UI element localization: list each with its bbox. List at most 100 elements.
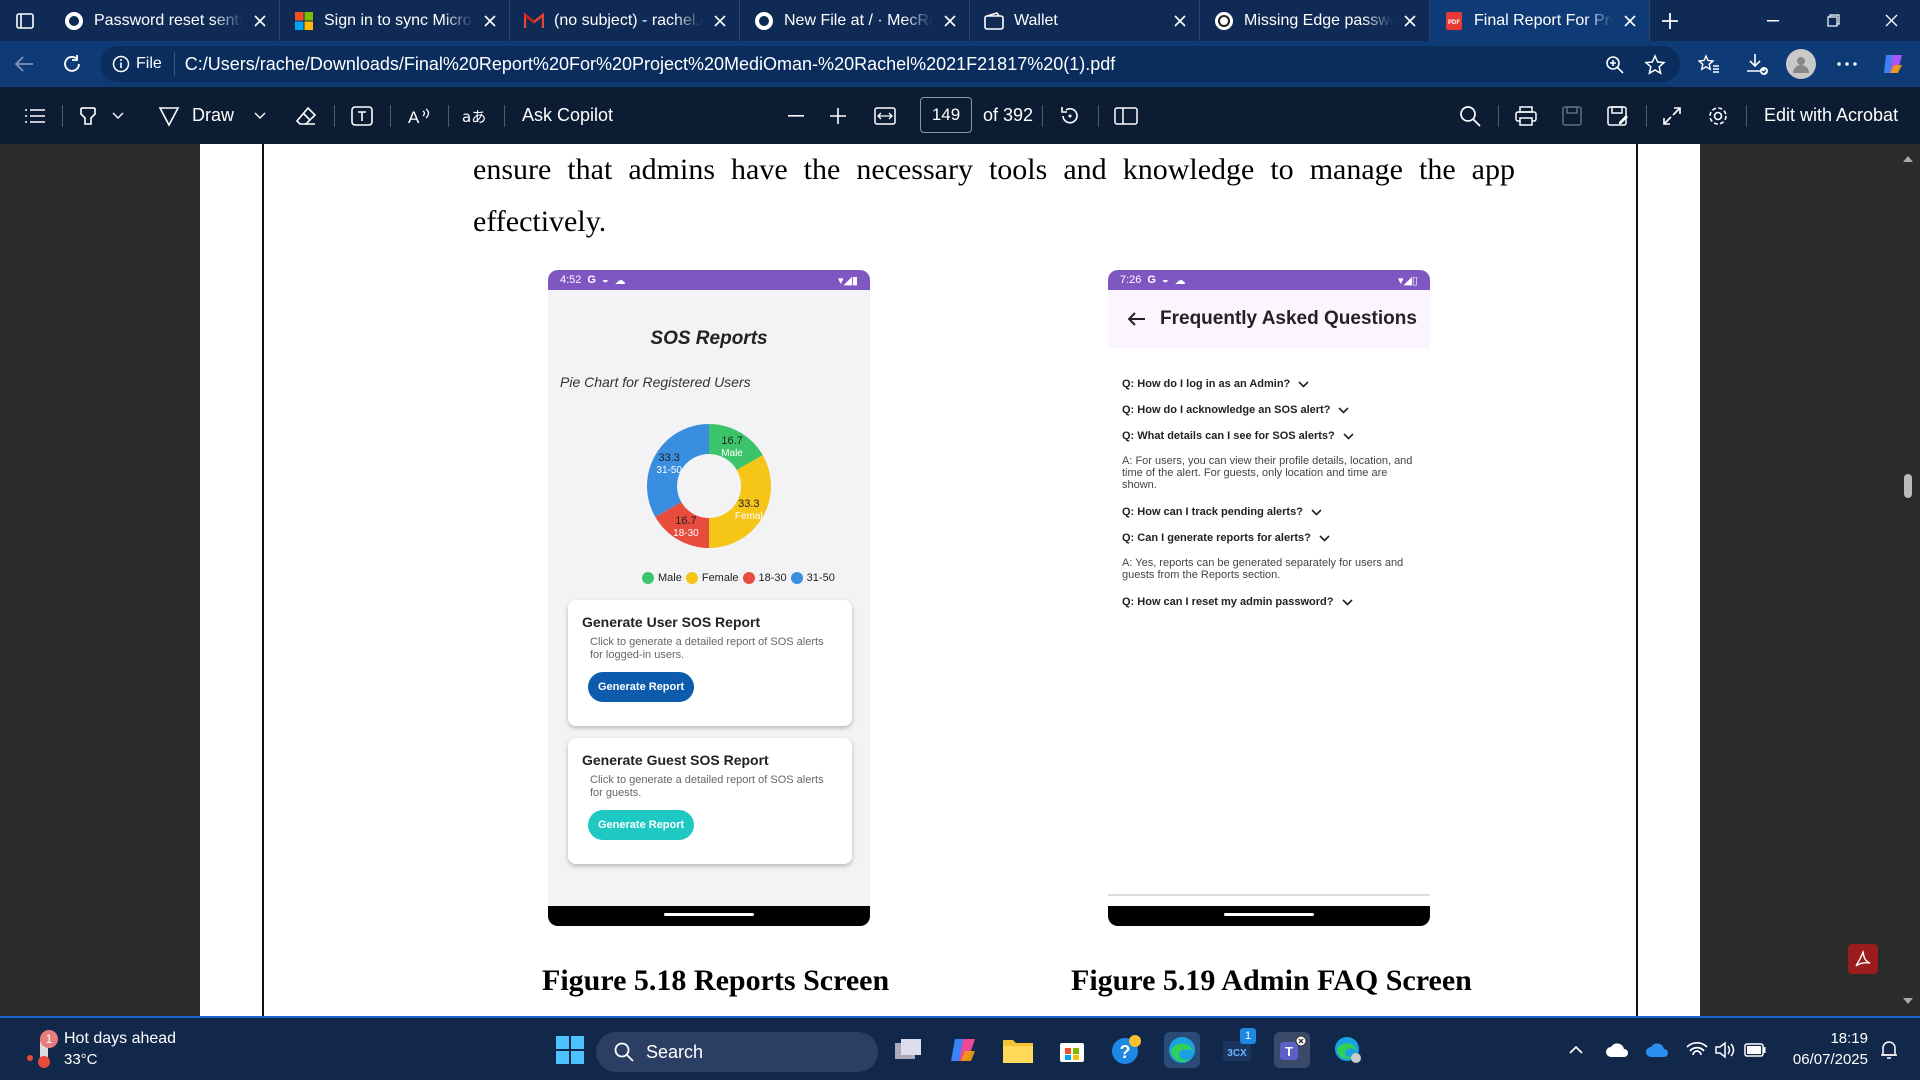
svg-text:?: ? [1120, 1042, 1131, 1062]
generate-guest-report-button[interactable]: Generate Report [588, 810, 695, 840]
zoom-out-icon[interactable] [784, 87, 808, 144]
restore-button[interactable] [1804, 0, 1862, 41]
close-icon[interactable] [1619, 10, 1641, 32]
ask-copilot-button[interactable]: Ask Copilot [522, 87, 613, 144]
copilot-app-icon[interactable] [946, 1032, 982, 1068]
body-word: admins [628, 153, 715, 186]
chevron-down-icon [1311, 508, 1322, 516]
translate-icon[interactable]: aあ [460, 87, 490, 144]
acrobat-icon[interactable] [1848, 944, 1878, 974]
favorite-star-icon[interactable] [1642, 52, 1668, 78]
pie-category-label: Male [721, 448, 743, 459]
volume-icon[interactable] [1712, 1038, 1738, 1062]
file-explorer-icon[interactable] [1000, 1032, 1036, 1068]
search-icon[interactable] [1456, 87, 1484, 144]
tab-wallet[interactable]: Wallet [970, 0, 1200, 41]
tab-github-newfile[interactable]: New File at / · MecRachel [740, 0, 970, 41]
faq-question[interactable]: Q: How do I acknowledge an SOS alert? [1122, 404, 1350, 416]
faq-question[interactable]: Q: What details can I see for SOS alerts… [1122, 430, 1354, 442]
chevron-down-icon[interactable] [108, 87, 128, 144]
vertical-scrollbar[interactable] [1896, 144, 1920, 1016]
favorites-icon[interactable] [1696, 51, 1722, 77]
tab-chatgpt-edge[interactable]: Missing Edge password [1200, 0, 1430, 41]
legend-item: 18-30 [742, 572, 787, 584]
edit-with-acrobat-button[interactable]: Edit with Acrobat [1764, 87, 1898, 144]
tab-title: (no subject) - rachel.ds [554, 11, 703, 29]
read-aloud-icon[interactable]: A [404, 87, 434, 144]
fullscreen-icon[interactable] [1658, 87, 1686, 144]
scroll-up-icon[interactable] [1896, 150, 1920, 166]
windows-taskbar: 1 Hot days ahead 33°C Search ? 3CX 1 T 1… [0, 1016, 1920, 1080]
close-icon[interactable] [939, 10, 961, 32]
eraser-icon[interactable] [292, 87, 320, 144]
settings-gear-icon[interactable] [1704, 87, 1732, 144]
wifi-icon[interactable] [1684, 1038, 1710, 1062]
tab-final-report-pdf[interactable]: PDF Final Report For Project [1430, 0, 1650, 41]
edge-profile-icon[interactable] [1330, 1032, 1366, 1068]
zoom-icon[interactable] [1602, 52, 1628, 78]
scroll-thumb[interactable] [1904, 474, 1912, 498]
generate-user-report-button[interactable]: Generate Report [588, 672, 695, 702]
chevron-up-icon[interactable] [1566, 1040, 1586, 1060]
faq-question[interactable]: Q: Can I generate reports for alerts? [1122, 532, 1330, 544]
microsoft-store-icon[interactable] [1054, 1032, 1090, 1068]
close-window-button[interactable] [1862, 0, 1920, 41]
taskbar-search[interactable]: Search [596, 1032, 878, 1072]
tab-title: Final Report For Project [1474, 11, 1613, 29]
close-icon[interactable] [249, 10, 271, 32]
teams-icon[interactable]: T [1274, 1032, 1310, 1068]
new-tab-button[interactable] [1650, 0, 1690, 41]
back-button[interactable] [0, 41, 48, 87]
tab-actions-menu-icon[interactable] [0, 0, 50, 41]
save-icon[interactable] [1558, 87, 1586, 144]
tab-github-password[interactable]: Password reset sent! · GitHub [50, 0, 280, 41]
faq-question[interactable]: Q: How can I reset my admin password? [1122, 596, 1353, 608]
text-box-icon[interactable] [348, 87, 376, 144]
zoom-in-icon[interactable] [826, 87, 850, 144]
tab-gmail[interactable]: (no subject) - rachel.ds [510, 0, 740, 41]
chevron-down-icon [1341, 598, 1353, 606]
tab-microsoft-sync[interactable]: Sign in to sync Microsoft [280, 0, 510, 41]
more-options-icon[interactable] [1834, 51, 1860, 77]
refresh-button[interactable] [48, 41, 96, 87]
clock-date[interactable]: 06/07/2025 [1764, 1051, 1868, 1068]
contents-icon[interactable] [20, 87, 50, 144]
refresh-icon [64, 55, 80, 72]
profile-avatar[interactable] [1786, 49, 1816, 79]
fit-width-icon[interactable] [872, 87, 898, 144]
copilot-icon[interactable] [1878, 49, 1908, 79]
get-help-icon[interactable]: ? [1108, 1032, 1144, 1068]
onedrive-icon[interactable] [1644, 1038, 1670, 1062]
notifications-icon[interactable] [1876, 1038, 1902, 1062]
page-number-input[interactable]: 149 [920, 97, 972, 133]
pdf-viewer[interactable]: ensure that admins have the necessary tools and… [0, 144, 1920, 1016]
minimize-button[interactable] [1744, 0, 1802, 41]
weather-widget[interactable]: 1 Hot days ahead 33°C [26, 1030, 226, 1072]
faq-question[interactable]: Q: How can I track pending alerts? [1122, 506, 1322, 518]
rotate-icon[interactable] [1056, 87, 1084, 144]
save-as-icon[interactable] [1604, 87, 1632, 144]
edge-browser-icon[interactable] [1164, 1032, 1200, 1068]
draw-button[interactable]: Draw [158, 87, 234, 144]
back-arrow-icon[interactable] [1128, 312, 1146, 326]
close-icon[interactable] [709, 10, 731, 32]
address-bar[interactable]: File C:/Users/rache/Downloads/Final%20Re… [100, 46, 1680, 82]
scroll-down-icon[interactable] [1896, 994, 1920, 1010]
body-word: ensure [473, 153, 552, 186]
faq-question[interactable]: Q: How do I log in as an Admin? [1122, 378, 1309, 390]
chevron-down-icon[interactable] [250, 87, 270, 144]
cloud-icon[interactable] [1604, 1038, 1630, 1062]
start-button[interactable] [552, 1032, 588, 1068]
page-view-icon[interactable] [1112, 87, 1140, 144]
close-icon[interactable] [1399, 10, 1421, 32]
close-icon[interactable] [1169, 10, 1191, 32]
downloads-icon[interactable] [1744, 51, 1770, 77]
site-info-chip[interactable]: File [112, 52, 175, 76]
body-word: the [1419, 153, 1456, 186]
print-icon[interactable] [1512, 87, 1540, 144]
close-icon[interactable] [479, 10, 501, 32]
task-view-icon[interactable] [890, 1032, 926, 1068]
highlight-icon[interactable] [74, 87, 102, 144]
microsoft-icon [295, 11, 313, 30]
clock-time[interactable]: 18:19 [1784, 1030, 1868, 1047]
